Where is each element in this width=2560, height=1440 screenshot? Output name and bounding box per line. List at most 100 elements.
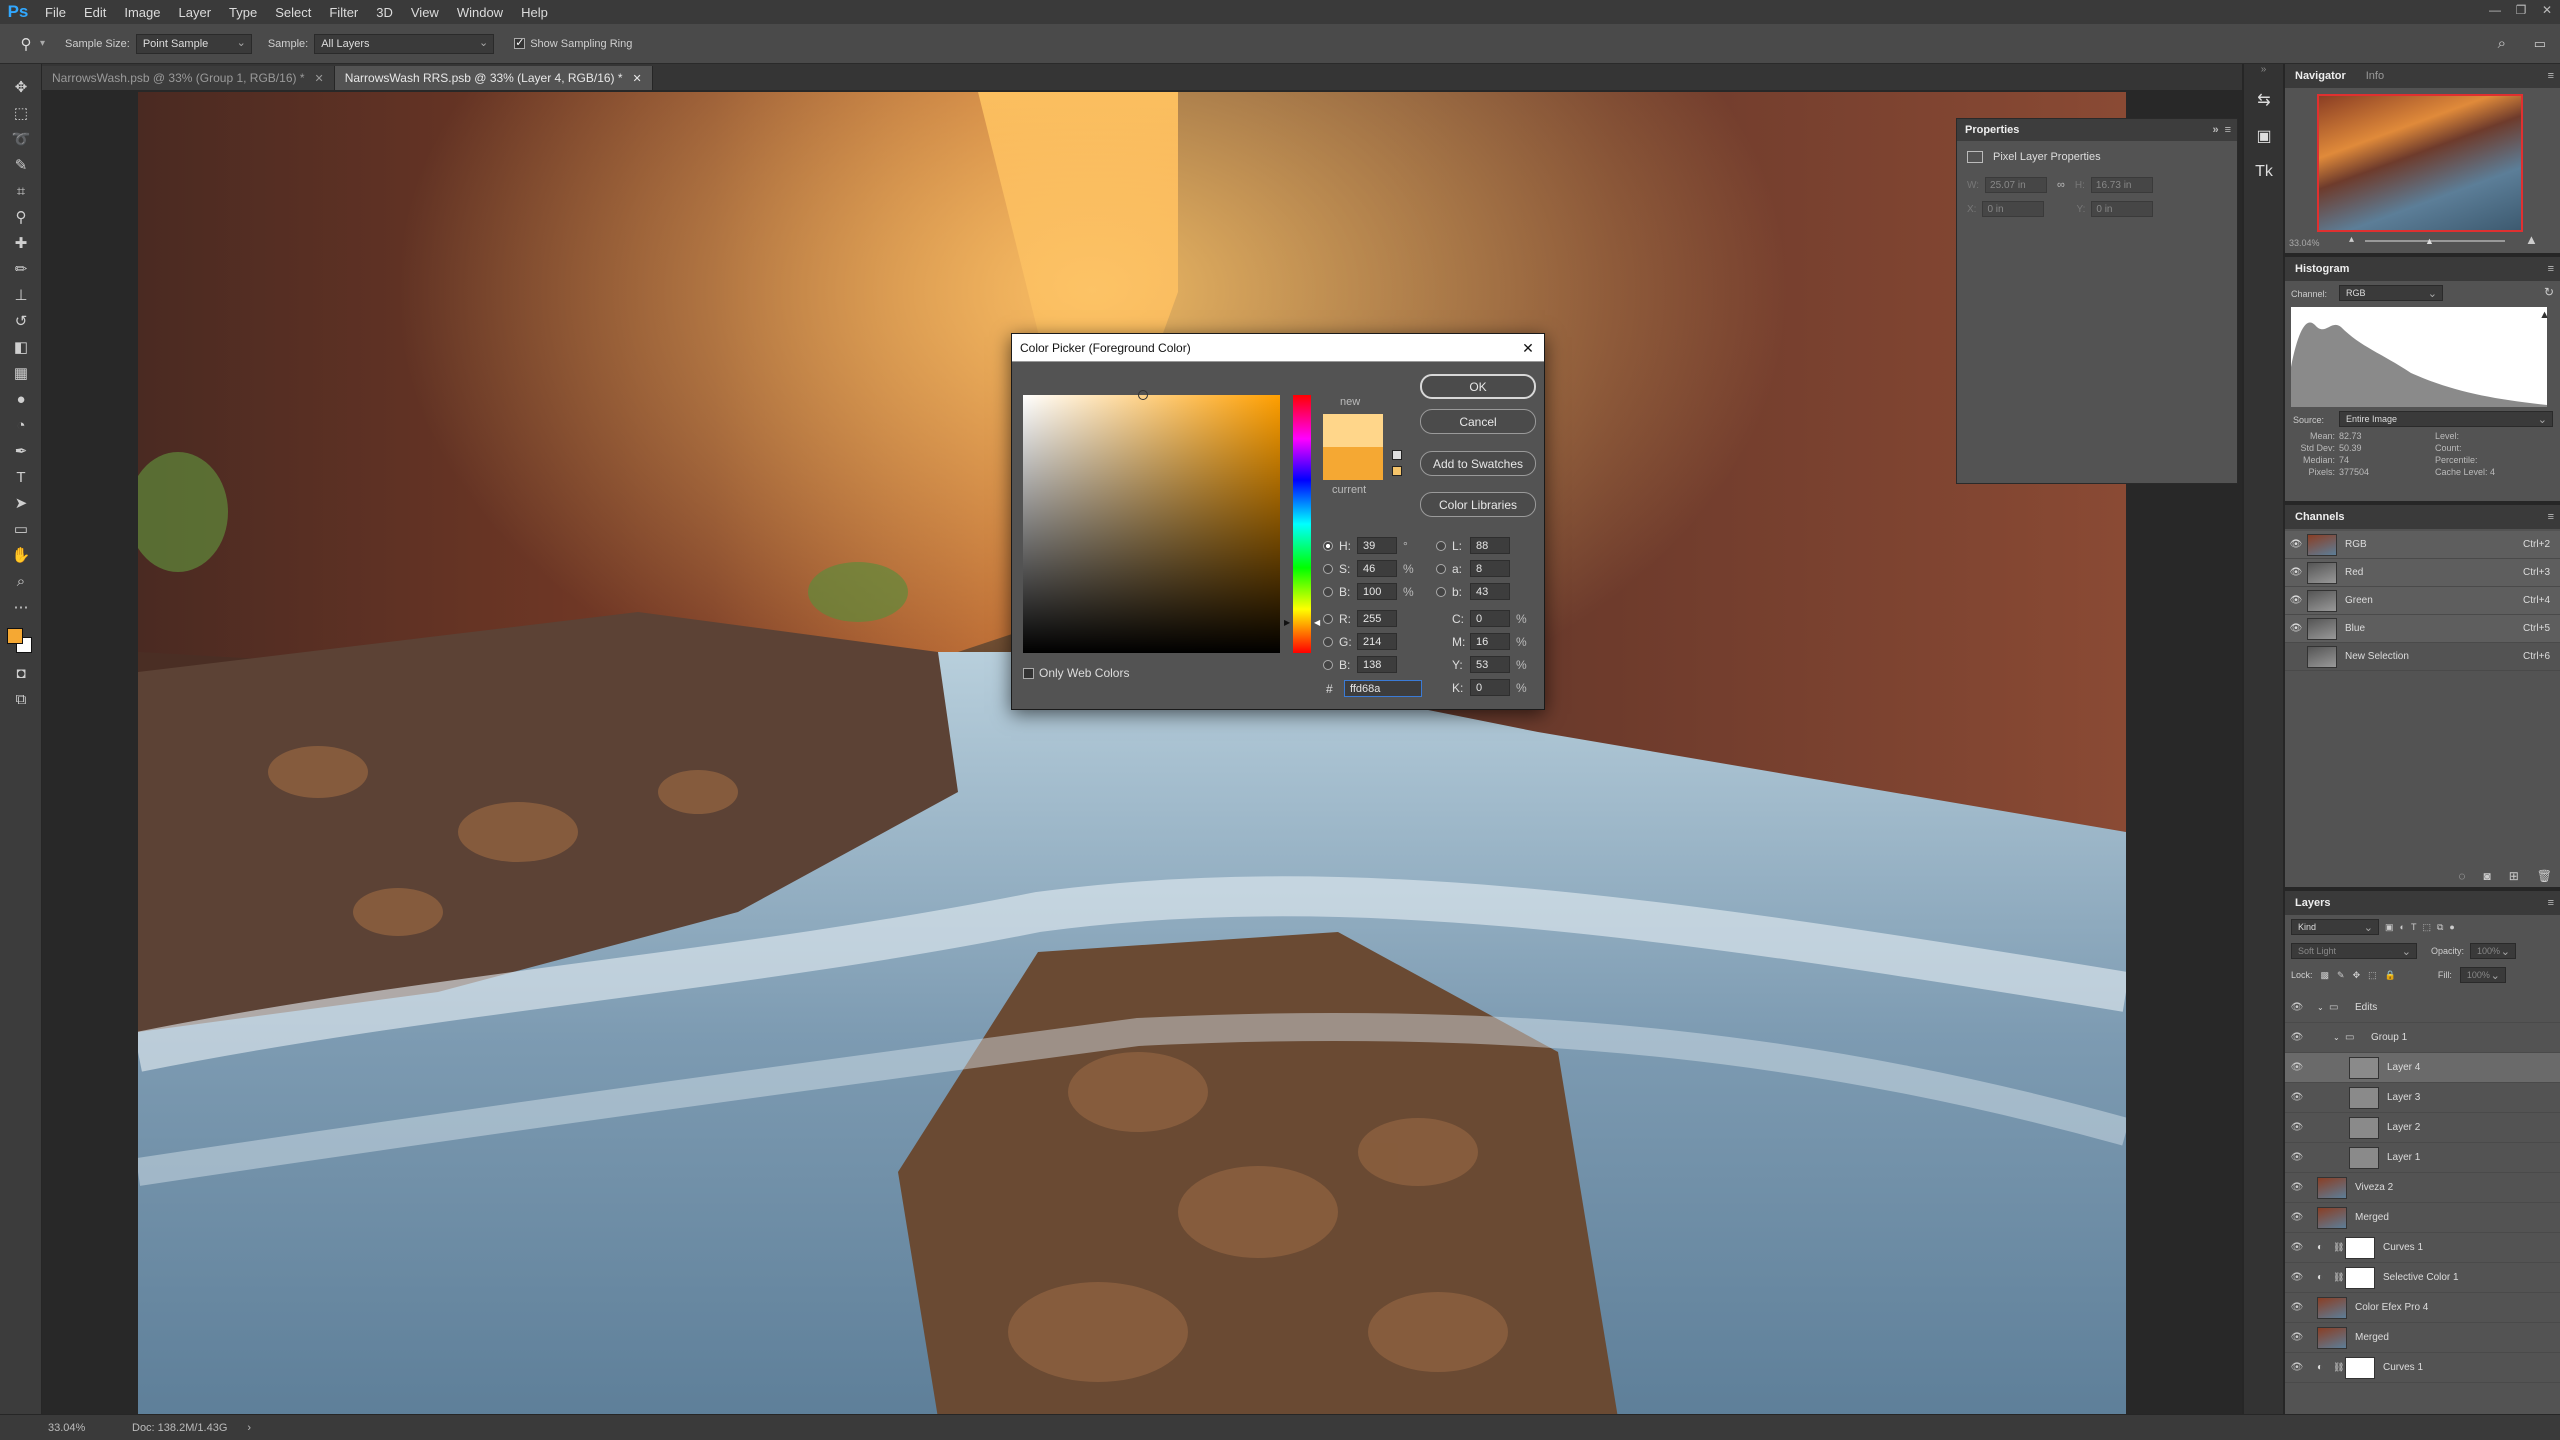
brush-tool-icon[interactable]: ✏ bbox=[0, 256, 42, 282]
menu-type[interactable]: Type bbox=[220, 5, 266, 20]
close-window-button[interactable]: ✕ bbox=[2534, 0, 2560, 20]
visibility-eye-icon[interactable]: 👁 bbox=[2285, 1302, 2309, 1313]
visibility-eye-icon[interactable]: 👁 bbox=[2285, 567, 2307, 578]
radio-icon[interactable] bbox=[1323, 636, 1333, 647]
visibility-eye-icon[interactable]: 👁 bbox=[2285, 1152, 2309, 1163]
strip-collapse-icon[interactable]: » bbox=[2244, 64, 2283, 82]
panel-menu-icon[interactable]: ≡ bbox=[2538, 70, 2560, 82]
lab-b-row[interactable]: b: 43 bbox=[1436, 583, 1510, 600]
lock-transparency-icon[interactable]: ▩ bbox=[2321, 970, 2330, 981]
websafe-color-icon[interactable] bbox=[1392, 466, 1402, 476]
radio-icon[interactable] bbox=[1323, 586, 1333, 597]
crop-tool-icon[interactable]: ⌗ bbox=[0, 178, 42, 204]
visibility-eye-icon[interactable]: 👁 bbox=[2285, 1332, 2309, 1343]
delete-channel-icon[interactable]: 🗑 bbox=[2537, 869, 2552, 883]
menu-image[interactable]: Image bbox=[115, 5, 169, 20]
layer-row[interactable]: 👁 Merged bbox=[2285, 1323, 2560, 1353]
color-libraries-button[interactable]: Color Libraries bbox=[1420, 492, 1536, 517]
navigator-preview[interactable] bbox=[2317, 94, 2523, 232]
collapse-icon[interactable]: » bbox=[2212, 124, 2218, 136]
brightness-row[interactable]: B: 100% bbox=[1323, 583, 1417, 600]
close-tab-icon[interactable]: ✕ bbox=[633, 72, 642, 85]
history-panel-icon[interactable]: ⇆ bbox=[2244, 82, 2284, 118]
tab-layers[interactable]: Layers bbox=[2285, 897, 2340, 909]
tab-channels[interactable]: Channels bbox=[2285, 511, 2355, 523]
properties-panel-icon[interactable]: ▣ bbox=[2244, 118, 2284, 154]
blue-input[interactable]: 138 bbox=[1357, 656, 1397, 673]
a-row[interactable]: a: 8 bbox=[1436, 560, 1510, 577]
pen-tool-icon[interactable]: ✒ bbox=[0, 438, 42, 464]
color-swatches[interactable] bbox=[0, 620, 42, 660]
blue-row[interactable]: B: 138 bbox=[1323, 656, 1397, 673]
lab-b-input[interactable]: 43 bbox=[1470, 583, 1510, 600]
lasso-tool-icon[interactable]: ➰ bbox=[0, 126, 42, 152]
new-channel-icon[interactable]: ⊞ bbox=[2509, 869, 2519, 883]
saturation-brightness-field[interactable] bbox=[1023, 390, 1280, 653]
menu-window[interactable]: Window bbox=[448, 5, 512, 20]
link-icon[interactable]: ∞ bbox=[2057, 179, 2065, 191]
layer-row[interactable]: 👁 Color Efex Pro 4 bbox=[2285, 1293, 2560, 1323]
radio-icon[interactable] bbox=[1436, 586, 1446, 597]
a-input[interactable]: 8 bbox=[1470, 560, 1510, 577]
g-row[interactable]: G: 214 bbox=[1323, 633, 1397, 650]
load-selection-icon[interactable]: ◌ bbox=[2458, 869, 2465, 883]
current-color-swatch[interactable] bbox=[1323, 447, 1383, 480]
plugin-panel-icon[interactable]: Tk bbox=[2244, 154, 2284, 190]
hex-input[interactable]: ffd68a bbox=[1344, 680, 1422, 697]
layer-row[interactable]: 👁 Layer 3 bbox=[2285, 1083, 2560, 1113]
panel-menu-icon[interactable]: ≡ bbox=[2538, 897, 2560, 909]
y-field[interactable]: 0 in bbox=[2091, 201, 2154, 217]
r-row[interactable]: R: 255 bbox=[1323, 610, 1397, 627]
channel-row[interactable]: 👁 RGB Ctrl+2 bbox=[2285, 531, 2560, 559]
blur-tool-icon[interactable]: ● bbox=[0, 386, 42, 412]
filter-smart-icon[interactable]: ⧉ bbox=[2437, 922, 2443, 933]
quick-mask-icon[interactable]: ◘ bbox=[0, 660, 42, 686]
menu-3d[interactable]: 3D bbox=[367, 5, 402, 20]
checkbox-icon[interactable] bbox=[1023, 667, 1034, 679]
hand-tool-icon[interactable]: ✋ bbox=[0, 542, 42, 568]
menu-edit[interactable]: Edit bbox=[75, 5, 115, 20]
layer-filter-select[interactable]: Kind bbox=[2291, 919, 2379, 935]
filter-pixel-icon[interactable]: ▣ bbox=[2385, 922, 2394, 933]
healing-brush-icon[interactable]: ✚ bbox=[0, 230, 42, 256]
canyon-river-photo[interactable] bbox=[138, 92, 2126, 1418]
show-sampling-ring-checkbox[interactable]: Show Sampling Ring bbox=[514, 36, 632, 50]
zoom-slider-thumb-icon[interactable]: ▲ bbox=[2425, 236, 2434, 246]
panel-menu-icon[interactable]: ≡ bbox=[2225, 124, 2231, 136]
hue-slider[interactable] bbox=[1293, 395, 1311, 653]
h-row[interactable]: H: 39 ° bbox=[1323, 537, 1417, 554]
screen-mode-icon[interactable]: ⧉ bbox=[0, 686, 42, 712]
layer-row[interactable]: 👁 ⌄ ▭ Edits bbox=[2285, 993, 2560, 1023]
filter-adjust-icon[interactable]: ◐ bbox=[2400, 922, 2405, 932]
menu-filter[interactable]: Filter bbox=[320, 5, 367, 20]
channel-select[interactable]: RGB bbox=[2339, 285, 2443, 301]
lock-position-icon[interactable]: ✥ bbox=[2353, 970, 2361, 981]
workspace-icon[interactable]: ▭ bbox=[2534, 36, 2546, 52]
hex-row[interactable]: # ffd68a bbox=[1326, 680, 1422, 697]
status-arrow-icon[interactable]: › bbox=[247, 1422, 251, 1434]
refresh-icon[interactable]: ↻ bbox=[2544, 285, 2554, 299]
zoom-tool-icon[interactable]: ⌕ bbox=[0, 568, 42, 594]
tab-navigator[interactable]: Navigator bbox=[2285, 70, 2356, 82]
radio-icon[interactable] bbox=[1323, 613, 1333, 624]
g-input[interactable]: 214 bbox=[1357, 633, 1397, 650]
blend-mode-select[interactable]: Soft Light bbox=[2291, 943, 2417, 959]
y-row[interactable]: Y: 53% bbox=[1452, 656, 1530, 673]
tab-info[interactable]: Info bbox=[2356, 70, 2394, 82]
foreground-color-swatch[interactable] bbox=[7, 628, 23, 644]
k-row[interactable]: K: 0% bbox=[1452, 679, 1530, 696]
l-row[interactable]: L: 88 bbox=[1436, 537, 1510, 554]
layer-row[interactable]: 👁 ◐ ⛓ Curves 1 bbox=[2285, 1353, 2560, 1383]
move-tool-icon[interactable]: ✥ bbox=[0, 74, 42, 100]
visibility-eye-icon[interactable]: 👁 bbox=[2285, 539, 2307, 550]
m-row[interactable]: M: 16% bbox=[1452, 633, 1530, 650]
menu-layer[interactable]: Layer bbox=[170, 5, 221, 20]
visibility-eye-icon[interactable]: 👁 bbox=[2285, 1002, 2309, 1013]
visibility-eye-icon[interactable]: 👁 bbox=[2285, 1122, 2309, 1133]
s-row[interactable]: S: 46% bbox=[1323, 560, 1417, 577]
eyedropper-icon[interactable]: ⚲ bbox=[0, 204, 42, 230]
panel-menu-icon[interactable]: ≡ bbox=[2538, 263, 2560, 275]
cancel-button[interactable]: Cancel bbox=[1420, 409, 1536, 434]
radio-icon[interactable] bbox=[1323, 563, 1333, 574]
s-input[interactable]: 46 bbox=[1357, 560, 1397, 577]
